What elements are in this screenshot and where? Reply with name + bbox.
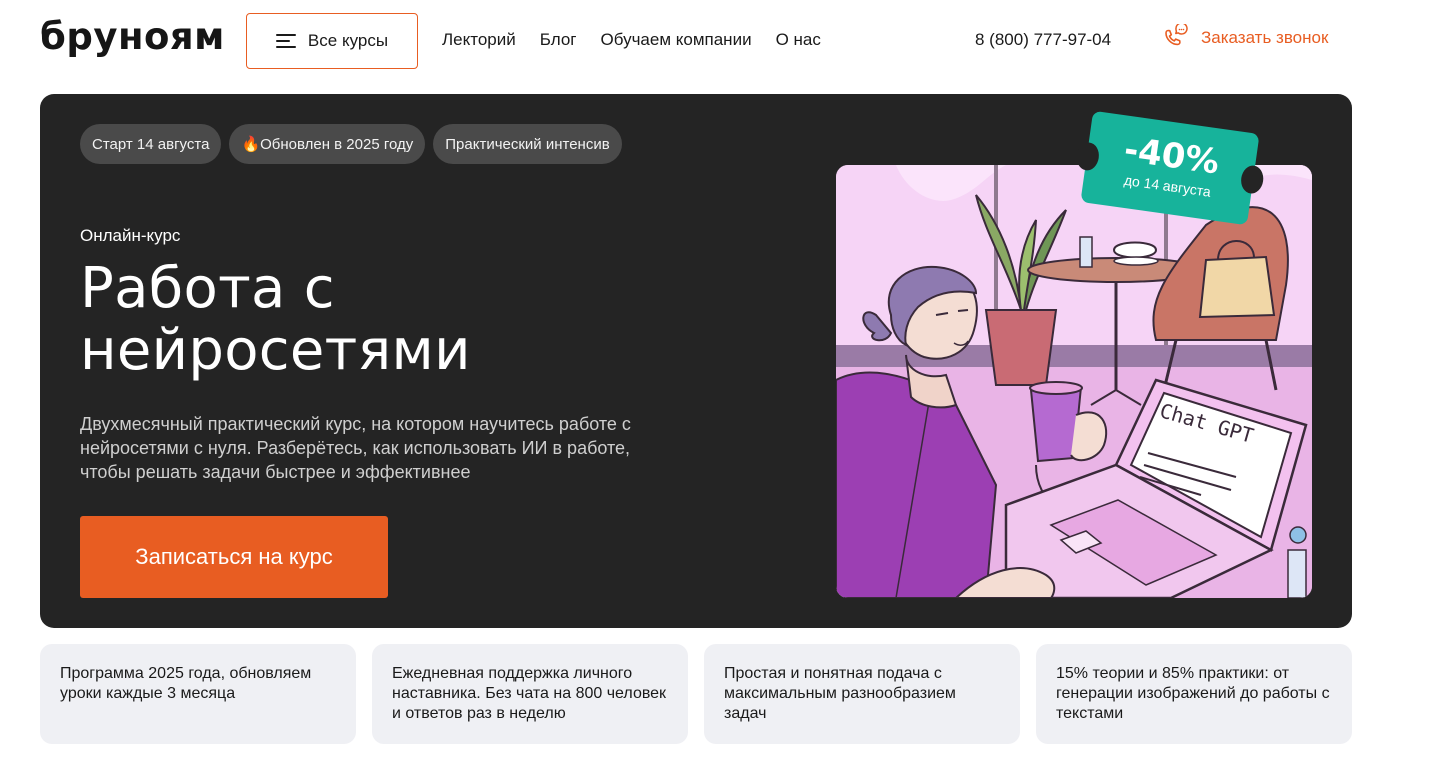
course-description: Двухмесячный практический курс, на котор…: [80, 414, 631, 482]
tag-start-date: Старт 14 августа: [80, 124, 222, 164]
phone-chat-icon: [1165, 24, 1188, 46]
site-header: бруноям Все курсы Лекторий Блог Обучаем …: [0, 0, 1441, 82]
all-courses-button[interactable]: Все курсы: [246, 13, 418, 69]
callback-button[interactable]: Заказать звонок: [1161, 24, 1328, 52]
hero-section: Старт 14 августа 🔥Обновлен в 2025 году П…: [40, 94, 1352, 628]
enroll-button[interactable]: Записаться на курс: [80, 516, 388, 598]
course-kicker: Онлайн-курс: [80, 226, 181, 245]
menu-icon: [275, 34, 296, 48]
tag-updated: 🔥Обновлен в 2025 году: [229, 124, 426, 164]
callback-label: Заказать звонок: [1201, 28, 1329, 47]
page-title: Работа с нейросетями: [80, 256, 471, 383]
nav-link-blog[interactable]: Блог: [540, 30, 577, 50]
feature-cards: Программа 2025 года, обновляем уроки каж…: [40, 644, 1352, 744]
feature-card-mentor: Ежедневная поддержка личного наставника.…: [372, 644, 688, 744]
all-courses-label: Все курсы: [307, 31, 389, 50]
feature-card-program: Программа 2025 года, обновляем уроки каж…: [40, 644, 356, 744]
tag-format: Практический интенсив: [433, 124, 622, 164]
site-logo[interactable]: бруноям: [40, 14, 225, 60]
nav-link-corporate[interactable]: Обучаем компании: [600, 30, 751, 50]
nav-link-about[interactable]: О нас: [776, 30, 821, 50]
hero-illustration: Chat GPT: [836, 165, 1312, 598]
nav-link-lectorium[interactable]: Лекторий: [442, 30, 516, 50]
main-nav: Лекторий Блог Обучаем компании О нас: [442, 30, 821, 50]
hero-tags: Старт 14 августа 🔥Обновлен в 2025 году П…: [80, 124, 622, 164]
feature-card-delivery: Простая и понятная подача с максимальным…: [704, 644, 1020, 744]
phone-number[interactable]: 8 (800) 777-97-04: [975, 30, 1111, 50]
feature-card-practice: 15% теории и 85% практики: от генерации …: [1036, 644, 1352, 744]
